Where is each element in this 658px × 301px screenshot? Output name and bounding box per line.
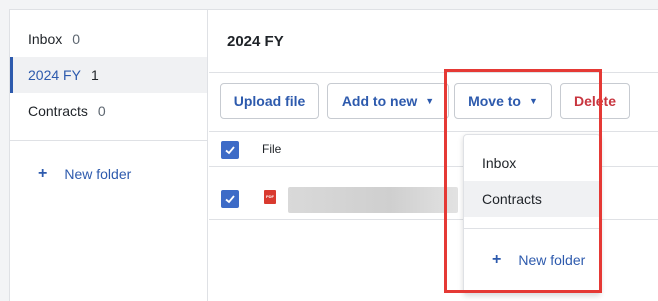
folder-name: Contracts: [28, 103, 88, 119]
sidebar-folder-contracts[interactable]: Contracts 0: [10, 93, 207, 129]
row-checkbox[interactable]: [221, 190, 239, 208]
annotation-highlight-box: [444, 69, 602, 293]
folder-count: 1: [90, 67, 99, 83]
redacted-file-name: [288, 187, 458, 213]
add-to-new-label: Add to new: [341, 93, 418, 109]
folder-name: 2024 FY: [28, 67, 81, 83]
folder-count: 0: [97, 103, 106, 119]
pdf-file-icon: PDF: [264, 190, 276, 204]
checkmark-icon: [225, 195, 235, 204]
upload-file-button[interactable]: Upload file: [220, 83, 319, 119]
sidebar-divider: [10, 140, 207, 141]
sidebar-new-folder-button[interactable]: + New folder: [38, 165, 131, 183]
folder-name: Inbox: [28, 31, 63, 47]
sidebar-folder-inbox[interactable]: Inbox 0: [10, 21, 207, 57]
sidebar-folder-2024-fy[interactable]: 2024 FY 1: [10, 57, 207, 93]
select-all-checkbox[interactable]: [221, 141, 239, 159]
folder-count: 0: [72, 31, 81, 47]
page-title: 2024 FY: [227, 33, 284, 50]
new-folder-label: New folder: [64, 166, 132, 182]
plus-icon: +: [38, 165, 48, 182]
caret-down-icon: ▼: [425, 96, 435, 106]
add-to-new-button[interactable]: Add to new ▼: [327, 83, 449, 119]
column-header-file[interactable]: File: [262, 142, 281, 156]
selection-indicator: [10, 57, 13, 93]
checkmark-icon: [225, 146, 235, 155]
file-type-badge: PDF: [266, 194, 274, 199]
folder-sidebar: Inbox 0 2024 FY 1 Contracts 0 + New fold…: [10, 10, 208, 301]
